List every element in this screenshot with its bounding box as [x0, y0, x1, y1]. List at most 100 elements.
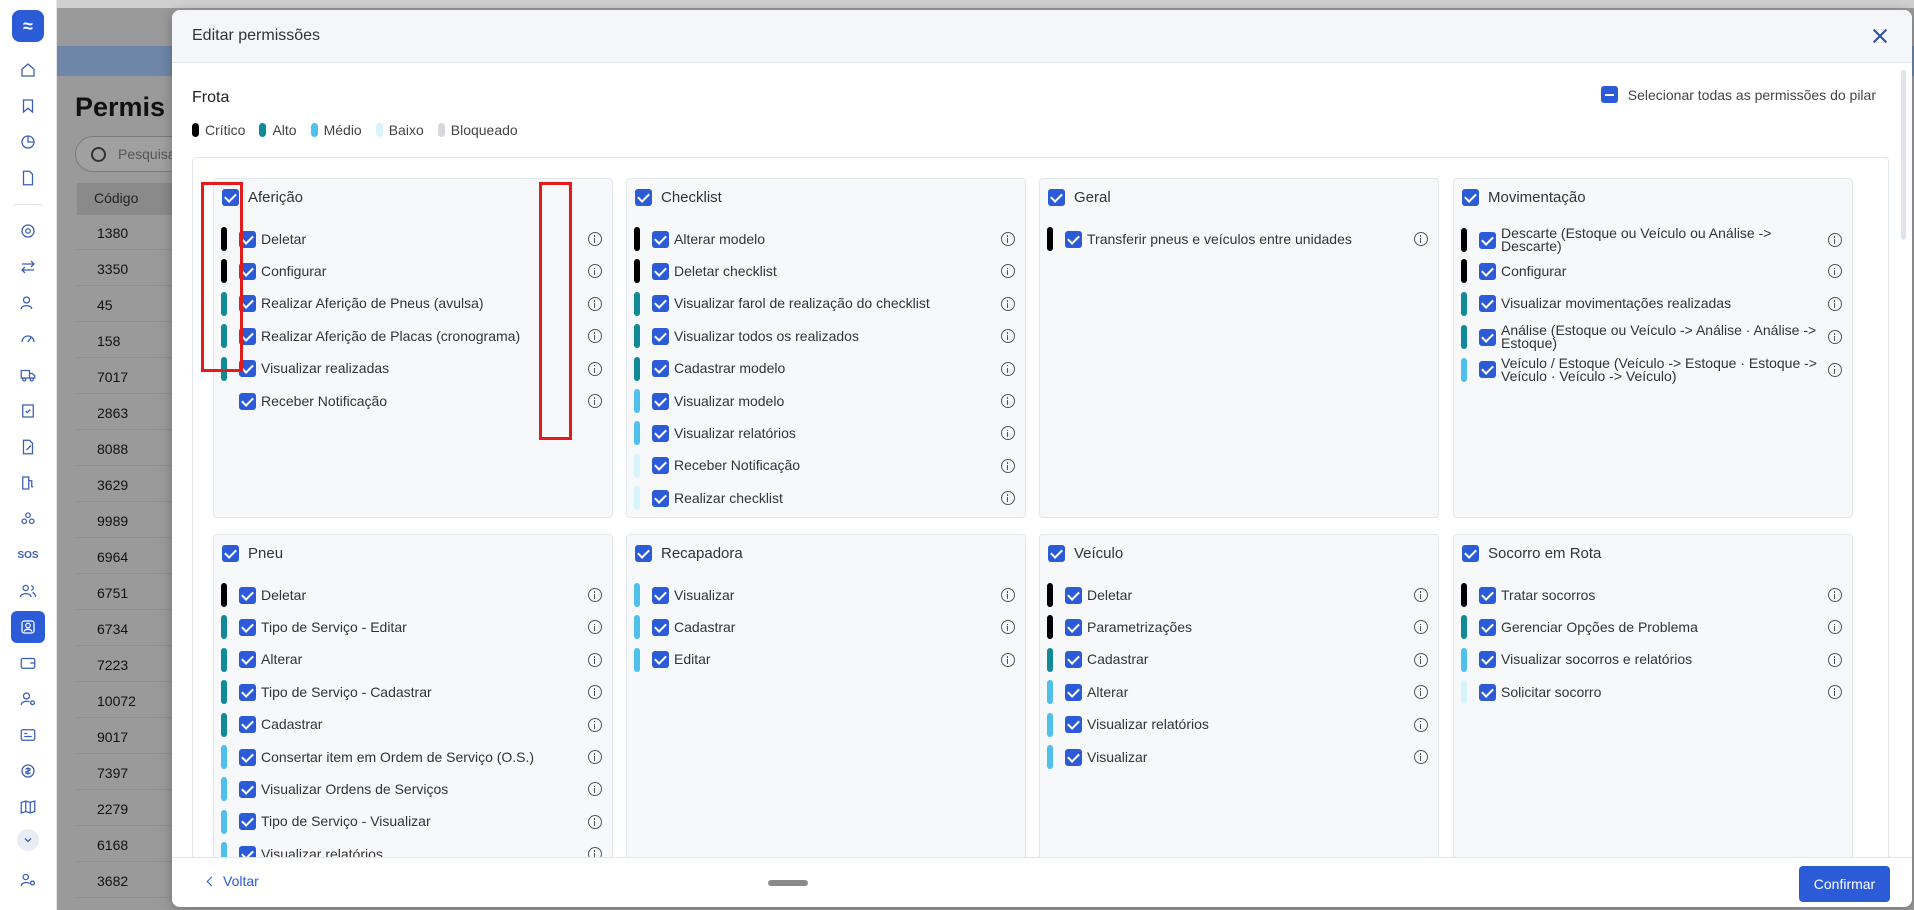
- user-network-icon[interactable]: [11, 864, 45, 896]
- permission-item[interactable]: Visualizar socorros e relatórios: [1461, 647, 1842, 672]
- permission-item[interactable]: Alterar: [221, 647, 602, 672]
- permission-item[interactable]: Visualizar relatórios: [1047, 712, 1428, 737]
- card-header[interactable]: Recapadora: [635, 545, 743, 562]
- permission-checkbox[interactable]: [1065, 683, 1082, 701]
- info-icon[interactable]: [1001, 426, 1015, 441]
- card-header[interactable]: Veículo: [1048, 545, 1123, 562]
- card-header[interactable]: Geral: [1048, 189, 1111, 206]
- permission-checkbox[interactable]: [1479, 231, 1496, 249]
- permission-checkbox[interactable]: [652, 457, 669, 475]
- pie-chart-icon[interactable]: [11, 126, 45, 158]
- info-icon[interactable]: [588, 264, 602, 279]
- info-icon[interactable]: [1828, 233, 1842, 247]
- permission-checkbox[interactable]: [239, 651, 256, 669]
- permission-checkbox[interactable]: [1065, 716, 1082, 734]
- home-icon[interactable]: [11, 54, 45, 86]
- permission-item[interactable]: Tipo de Serviço - Editar: [221, 615, 602, 640]
- permission-checkbox[interactable]: [239, 748, 256, 766]
- card-checkbox[interactable]: [1462, 189, 1479, 206]
- card-checkbox[interactable]: [222, 545, 239, 562]
- info-icon[interactable]: [588, 750, 602, 764]
- permission-checkbox[interactable]: [1065, 748, 1082, 766]
- permission-checkbox[interactable]: [652, 424, 669, 442]
- info-icon[interactable]: [1828, 588, 1842, 602]
- permission-checkbox[interactable]: [239, 586, 256, 604]
- permission-checkbox[interactable]: [1479, 683, 1496, 701]
- info-icon[interactable]: [1001, 394, 1015, 408]
- info-icon[interactable]: [1828, 362, 1842, 377]
- permission-checkbox[interactable]: [1479, 618, 1496, 636]
- permission-item[interactable]: Deletar checklist: [634, 259, 1015, 284]
- info-icon[interactable]: [1414, 232, 1428, 246]
- permission-item[interactable]: Visualizar farol de realização do checkl…: [634, 291, 1015, 316]
- fuel-icon[interactable]: [11, 467, 45, 499]
- permission-item[interactable]: Editar: [634, 647, 1015, 672]
- app-logo[interactable]: ≈: [12, 10, 44, 42]
- info-icon[interactable]: [1414, 588, 1428, 602]
- permission-checkbox[interactable]: [239, 392, 256, 410]
- document-icon[interactable]: [11, 162, 45, 194]
- permission-item[interactable]: Tipo de Serviço - Visualizar: [221, 809, 602, 834]
- permission-checkbox[interactable]: [1479, 651, 1496, 669]
- permission-checkbox[interactable]: [652, 618, 669, 636]
- wallet-icon[interactable]: [11, 647, 45, 679]
- permission-item[interactable]: Análise (Estoque ou Veículo -> Análise ·…: [1461, 323, 1842, 350]
- permission-checkbox[interactable]: [1065, 618, 1082, 636]
- info-icon[interactable]: [1828, 652, 1842, 667]
- transfer-icon[interactable]: [11, 251, 45, 283]
- info-icon[interactable]: [1001, 361, 1015, 376]
- permission-item[interactable]: Consertar item em Ordem de Serviço (O.S.…: [221, 745, 602, 769]
- permission-checkbox[interactable]: [239, 780, 256, 798]
- card-checkbox[interactable]: [1048, 189, 1065, 206]
- info-icon[interactable]: [1414, 652, 1428, 667]
- scrollbar[interactable]: [1901, 70, 1906, 240]
- back-button[interactable]: Voltar: [206, 873, 259, 889]
- tire-icon[interactable]: [11, 215, 45, 247]
- info-icon[interactable]: [1414, 620, 1428, 635]
- info-icon[interactable]: [1828, 330, 1842, 345]
- permission-checkbox[interactable]: [1065, 230, 1082, 248]
- user-settings-icon[interactable]: [11, 683, 45, 715]
- card-checkbox[interactable]: [635, 189, 652, 206]
- permission-checkbox[interactable]: [652, 360, 669, 378]
- permission-item[interactable]: Tipo de Serviço - Cadastrar: [221, 680, 602, 705]
- permission-checkbox[interactable]: [239, 716, 256, 734]
- info-icon[interactable]: [1828, 685, 1842, 700]
- permission-checkbox[interactable]: [239, 813, 256, 831]
- info-icon[interactable]: [588, 588, 602, 602]
- permission-item[interactable]: Visualizar movimentações realizadas: [1461, 291, 1842, 316]
- permission-item[interactable]: Deletar: [221, 583, 602, 607]
- info-icon[interactable]: [1001, 620, 1015, 635]
- permission-checkbox[interactable]: [652, 262, 669, 280]
- map-icon[interactable]: [11, 791, 45, 823]
- bookmark-icon[interactable]: [11, 90, 45, 122]
- permission-item[interactable]: Descarte (Estoque ou Veículo ou Análise …: [1461, 226, 1842, 253]
- info-icon[interactable]: [1001, 458, 1015, 473]
- id-card-icon[interactable]: [11, 719, 45, 751]
- info-icon[interactable]: [1414, 717, 1428, 732]
- permission-item[interactable]: Visualizar: [1047, 745, 1428, 769]
- confirm-button[interactable]: Confirmar: [1799, 866, 1890, 902]
- permission-item[interactable]: Configurar: [1461, 259, 1842, 284]
- users-icon[interactable]: [11, 575, 45, 607]
- info-icon[interactable]: [588, 394, 602, 408]
- permission-checkbox[interactable]: [239, 683, 256, 701]
- info-icon[interactable]: [588, 652, 602, 667]
- chevron-down-icon[interactable]: [17, 829, 39, 851]
- info-icon[interactable]: [1001, 329, 1015, 344]
- select-all-pillar[interactable]: Selecionar todas as permissões do pilar: [1600, 86, 1876, 103]
- permission-item[interactable]: Veículo / Estoque (Veículo -> Estoque · …: [1461, 356, 1842, 383]
- info-icon[interactable]: [588, 685, 602, 700]
- info-icon[interactable]: [1001, 232, 1015, 246]
- permission-item[interactable]: Alterar modelo: [634, 227, 1015, 251]
- card-checkbox[interactable]: [635, 545, 652, 562]
- info-icon[interactable]: [588, 717, 602, 732]
- permission-item[interactable]: Visualizar todos os realizados: [634, 324, 1015, 349]
- permission-item[interactable]: Cadastrar: [221, 712, 602, 737]
- info-icon[interactable]: [1001, 491, 1015, 506]
- permission-item[interactable]: Cadastrar: [634, 615, 1015, 640]
- permission-checkbox[interactable]: [652, 651, 669, 669]
- permission-item[interactable]: Transferir pneus e veículos entre unidad…: [1047, 227, 1428, 251]
- permission-checkbox[interactable]: [652, 327, 669, 345]
- card-checkbox[interactable]: [1462, 545, 1479, 562]
